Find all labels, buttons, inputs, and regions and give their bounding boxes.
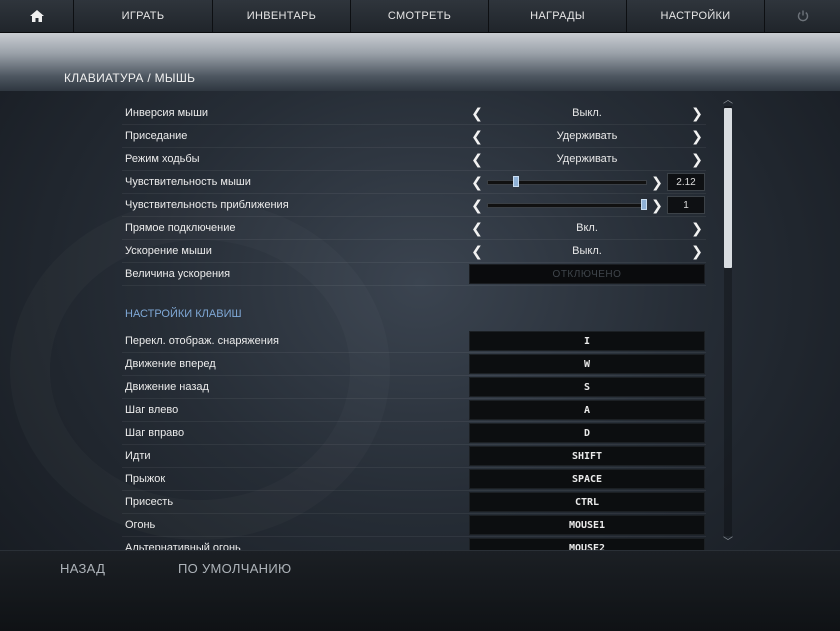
disabled-value-box: ОТКЛЮЧЕНО: [469, 264, 705, 284]
setting-label: Режим ходьбы: [125, 153, 200, 165]
settings-panel: Инверсия мыши ❮ Выкл. ❯ Приседание ❮ Удерживат…: [122, 102, 706, 560]
slider-value-input[interactable]: 1: [667, 196, 705, 214]
setting-value: Выкл.: [572, 107, 602, 119]
keybind-label: Прыжок: [125, 473, 166, 485]
scroll-up-icon[interactable]: ︿: [720, 96, 736, 106]
key-bindings-heading: НАСТРОЙКИ КЛАВИШ: [125, 308, 242, 320]
keybind-row: Шаг вправо D: [122, 422, 706, 445]
scroll-thumb[interactable]: [724, 108, 732, 268]
back-button[interactable]: НАЗАД: [60, 561, 105, 576]
setting-row: Чувствительность приближения ❮ ❯ 1: [122, 194, 706, 217]
chevron-right-icon[interactable]: ❯: [689, 220, 705, 237]
setting-slider-control: ❮ ❯ 2.12: [469, 172, 705, 192]
setting-label: Инверсия мыши: [125, 107, 209, 119]
keybind-row: Идти SHIFT: [122, 445, 706, 468]
nav-watch[interactable]: СМОТРЕТЬ: [351, 0, 489, 32]
setting-cycle-control[interactable]: ❮ Вкл. ❯: [469, 218, 705, 238]
setting-slider-control: ❮ ❯ 1: [469, 195, 705, 215]
setting-value: Выкл.: [572, 245, 602, 257]
keybind-label: Шаг вправо: [125, 427, 185, 439]
setting-row: Прямое подключение ❮ Вкл. ❯: [122, 217, 706, 240]
chevron-left-icon[interactable]: ❮: [469, 197, 485, 214]
slider-thumb[interactable]: [513, 176, 520, 187]
keybind-row: Огонь MOUSE1: [122, 514, 706, 537]
chevron-right-icon[interactable]: ❯: [689, 151, 705, 168]
setting-cycle-control[interactable]: ❮ Удерживать ❯: [469, 126, 705, 146]
defaults-button[interactable]: ПО УМОЛЧАНИЮ: [178, 561, 291, 576]
setting-label: Прямое подключение: [125, 222, 236, 234]
top-navigation: ИГРАТЬ ИНВЕНТАРЬ СМОТРЕТЬ НАГРАДЫ НАСТРО…: [0, 0, 840, 33]
slider[interactable]: [485, 172, 649, 192]
keybind-button[interactable]: SHIFT: [469, 446, 705, 466]
keybind-row: Перекл. отображ. снаряжения I: [122, 330, 706, 353]
setting-cycle-control[interactable]: ❮ Выкл. ❯: [469, 103, 705, 123]
slider-track[interactable]: [487, 180, 647, 185]
home-button[interactable]: [0, 0, 74, 32]
setting-row: Инверсия мыши ❮ Выкл. ❯: [122, 102, 706, 125]
chevron-left-icon[interactable]: ❮: [469, 220, 485, 237]
chevron-left-icon[interactable]: ❮: [469, 174, 485, 191]
setting-label: Чувствительность мыши: [125, 176, 251, 188]
setting-label: Приседание: [125, 130, 188, 142]
setting-value: Вкл.: [576, 222, 598, 234]
setting-label: Величина ускорения: [125, 268, 231, 280]
keybind-button[interactable]: MOUSE1: [469, 515, 705, 535]
keybind-row: Прыжок SPACE: [122, 468, 706, 491]
setting-label: Ускорение мыши: [125, 245, 212, 257]
nav-awards[interactable]: НАГРАДЫ: [489, 0, 627, 32]
chevron-right-icon[interactable]: ❯: [689, 128, 705, 145]
keybind-row: Шаг влево A: [122, 399, 706, 422]
chevron-right-icon[interactable]: ❯: [649, 197, 665, 214]
chevron-right-icon[interactable]: ❯: [689, 243, 705, 260]
power-icon: [797, 10, 808, 22]
setting-row: Ускорение мыши ❮ Выкл. ❯: [122, 240, 706, 263]
setting-row: Режим ходьбы ❮ Удерживать ❯: [122, 148, 706, 171]
setting-cycle-control[interactable]: ❮ Удерживать ❯: [469, 149, 705, 169]
keybind-button[interactable]: CTRL: [469, 492, 705, 512]
keybind-button[interactable]: A: [469, 400, 705, 420]
keybind-button[interactable]: S: [469, 377, 705, 397]
chevron-right-icon[interactable]: ❯: [649, 174, 665, 191]
keybind-row: Движение назад S: [122, 376, 706, 399]
setting-row: Приседание ❮ Удерживать ❯: [122, 125, 706, 148]
setting-value: Удерживать: [556, 130, 618, 142]
chevron-left-icon[interactable]: ❮: [469, 128, 485, 145]
slider-track[interactable]: [487, 203, 647, 208]
keybind-button[interactable]: I: [469, 331, 705, 351]
nav-settings[interactable]: НАСТРОЙКИ: [627, 0, 765, 32]
setting-row: Величина ускорения ОТКЛЮЧЕНО: [122, 263, 706, 286]
keybind-button[interactable]: SPACE: [469, 469, 705, 489]
chevron-right-icon[interactable]: ❯: [689, 105, 705, 122]
keybind-label: Перекл. отображ. снаряжения: [125, 335, 279, 347]
setting-cycle-control[interactable]: ❮ Выкл. ❯: [469, 241, 705, 261]
chevron-left-icon[interactable]: ❮: [469, 243, 485, 260]
slider[interactable]: [485, 195, 649, 215]
nav-inventory[interactable]: ИНВЕНТАРЬ: [213, 0, 351, 32]
keybind-row: Присесть CTRL: [122, 491, 706, 514]
keybind-row: Движение вперед W: [122, 353, 706, 376]
keybind-button[interactable]: W: [469, 354, 705, 374]
home-icon: [29, 10, 44, 22]
keybind-label: Движение назад: [125, 381, 209, 393]
keybind-label: Идти: [125, 450, 151, 462]
power-button[interactable]: [765, 0, 840, 32]
nav-play[interactable]: ИГРАТЬ: [74, 0, 213, 32]
keybind-label: Огонь: [125, 519, 156, 531]
keybind-label: Присесть: [125, 496, 174, 508]
setting-row: Чувствительность мыши ❮ ❯ 2.12: [122, 171, 706, 194]
slider-value-input[interactable]: 2.12: [667, 173, 705, 191]
keybind-label: Движение вперед: [125, 358, 216, 370]
setting-value: Удерживать: [556, 153, 618, 165]
page-title: КЛАВИАТУРА / МЫШЬ: [64, 71, 196, 85]
scroll-down-icon[interactable]: ﹀: [720, 538, 736, 548]
scrollbar[interactable]: ︿ ﹀: [720, 96, 736, 548]
keybind-label: Шаг влево: [125, 404, 179, 416]
slider-thumb[interactable]: [641, 199, 648, 210]
setting-label: Чувствительность приближения: [125, 199, 289, 211]
keybind-button[interactable]: D: [469, 423, 705, 443]
chevron-left-icon[interactable]: ❮: [469, 151, 485, 168]
footer: НАЗАД ПО УМОЛЧАНИЮ: [0, 550, 840, 631]
chevron-left-icon[interactable]: ❮: [469, 105, 485, 122]
